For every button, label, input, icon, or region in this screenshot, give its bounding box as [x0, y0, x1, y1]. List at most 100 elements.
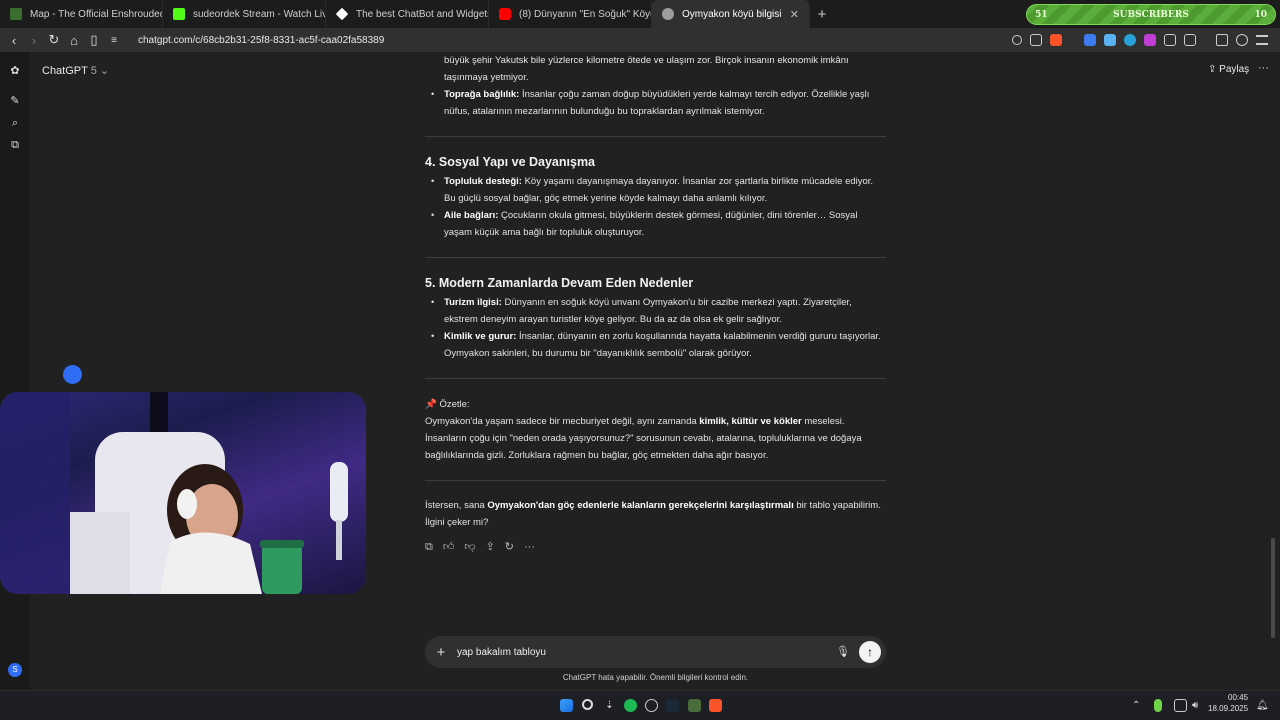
bullet-title: Toprağa bağlılık:	[444, 89, 520, 100]
extension-icon-1[interactable]	[1084, 34, 1096, 46]
list-item: Aile bağları: Çocukların okula gitmesi, …	[425, 207, 886, 241]
download-icon[interactable]: ⇣	[603, 699, 616, 712]
bullet-text: Dünyanın en soğuk köyü unvanı Oymyakon'u…	[444, 297, 852, 325]
search-icon[interactable]: ⌕	[9, 117, 21, 129]
user-avatar[interactable]: S	[8, 663, 22, 677]
summary-bold: kimlik, kültür ve kökler	[699, 416, 802, 427]
tab-chatbot-widgets[interactable]: The best ChatBot and Widgets for Ki	[326, 0, 489, 28]
summary-text: Oymyakon'da yaşam sadece bir mecburiyet …	[425, 416, 700, 427]
webcam-scene	[0, 392, 348, 594]
bullet-text: Çocukların okula gitmesi, büyüklerin des…	[444, 210, 858, 238]
extension-icon-2[interactable]	[1104, 34, 1116, 46]
extensions-puzzle-icon[interactable]	[1164, 34, 1176, 46]
extension-icon-4[interactable]	[1144, 34, 1156, 46]
thumbs-down-icon[interactable]: 👎︎	[464, 539, 475, 556]
tab-youtube-video[interactable]: (8) Dünyanın "En Soğuk" Köyüne Yolc	[489, 0, 652, 28]
share-page-icon[interactable]	[1030, 34, 1042, 46]
microphone-icon[interactable]: 🎙︎	[836, 645, 850, 658]
list-item: Kimlik ve gurur: İnsanlar, dünyanın en z…	[425, 328, 886, 362]
library-icon[interactable]: ⧉	[9, 139, 21, 151]
home-icon[interactable]: ⌂	[64, 33, 84, 48]
spotify-icon[interactable]	[624, 699, 637, 712]
summary-paragraph: Oymyakon'da yaşam sadece bir mecburiyet …	[425, 413, 886, 464]
brave-shield-icon[interactable]	[1050, 34, 1062, 46]
sidebar-toggle-icon[interactable]	[1184, 34, 1196, 46]
blue-indicator-dot	[63, 365, 82, 384]
extensions-area	[1012, 32, 1268, 48]
tab-oymyakon[interactable]: Oymyakon köyü bilgisi ✕	[652, 0, 810, 28]
model-version: 5 ⌄	[90, 65, 110, 77]
share-label: Paylaş	[1219, 64, 1250, 75]
diamond-favicon-icon	[335, 7, 349, 21]
chatgpt-app-icon[interactable]	[645, 699, 658, 712]
message-input[interactable]: yap bakalım tabloyu	[457, 647, 546, 658]
extension-icon-3[interactable]	[1124, 34, 1136, 46]
system-clock[interactable]: 00:45 18.09.2025	[1208, 692, 1248, 714]
bullet-title: Turizm ilgisi:	[444, 297, 502, 308]
thumbs-up-icon[interactable]: 👍︎	[443, 539, 455, 556]
webcam-overlay	[0, 392, 366, 594]
network-icon[interactable]	[1174, 699, 1187, 712]
subscribers-current: 51	[1035, 9, 1048, 20]
list-item: Turizm ilgisi: Dünyanın en soğuk köyü un…	[425, 294, 886, 328]
divider	[425, 136, 886, 137]
brave-taskbar-icon[interactable]	[709, 699, 722, 712]
share-button[interactable]: ⇪ Paylaş	[1208, 64, 1249, 75]
browser-address-bar: ‹ › ↻ ⌂ ▯ ≡ chatgpt.com/c/68cb2b31-25f8-…	[0, 28, 1280, 52]
zoom-icon[interactable]	[1012, 35, 1022, 45]
intro-list: Toprağa bağlılık: İnsanlar çoğu zaman do…	[425, 86, 886, 120]
menu-icon[interactable]	[1256, 35, 1268, 45]
bullet-title: Aile bağları:	[444, 210, 499, 221]
more-options-icon[interactable]: ···	[1258, 62, 1269, 74]
vpn-shield-icon[interactable]	[1236, 34, 1248, 46]
new-chat-icon[interactable]: ✎	[9, 95, 21, 107]
clock-date: 18.09.2025	[1208, 704, 1249, 713]
reload-icon[interactable]: ↻	[44, 32, 64, 48]
notification-icon[interactable]: 🔔︎	[1256, 699, 1269, 712]
bullet-title: Topluluk desteği:	[444, 176, 522, 187]
divider	[425, 480, 886, 481]
search-taskbar-icon[interactable]	[582, 699, 593, 710]
regenerate-icon[interactable]: ↻	[505, 539, 514, 556]
windows-taskbar: ⇣ ⌃ 🔊︎ 🔔︎	[0, 690, 1280, 720]
game-icon[interactable]	[688, 699, 701, 712]
chatgpt-sidebar: ✿ ✎ ⌕ ⧉	[0, 52, 30, 690]
kick-favicon-icon	[173, 8, 185, 20]
bookmark-icon[interactable]: ▯	[84, 32, 104, 48]
copy-icon[interactable]: ⧉	[425, 539, 433, 556]
disclaimer-text: ChatGPT hata yapabilir. Önemli bilgileri…	[562, 673, 749, 682]
offer-text: İstersen, sana	[425, 500, 488, 511]
section-list: Turizm ilgisi: Dünyanın en soğuk köyü un…	[425, 294, 886, 362]
tab-kick-stream[interactable]: sudeordek Stream - Watch Live on Ki	[163, 0, 326, 28]
new-tab-button[interactable]: +	[810, 6, 834, 23]
mic-tray-icon[interactable]	[1154, 699, 1162, 712]
model-selector[interactable]: ChatGPT 5 ⌄	[42, 64, 109, 77]
tab-enshrouded-wiki[interactable]: Map - The Official Enshrouded Wiki	[0, 0, 163, 28]
youtube-favicon-icon	[499, 8, 511, 20]
tab-label: Map - The Official Enshrouded Wiki	[30, 8, 163, 20]
forward-arrow-icon[interactable]: ›	[24, 33, 44, 48]
back-arrow-icon[interactable]: ‹	[4, 33, 24, 48]
send-button[interactable]: ↑	[859, 641, 881, 663]
more-actions-icon[interactable]: ···	[524, 539, 535, 556]
windows-start-icon[interactable]	[560, 699, 573, 712]
intro-line-2: taşınmaya yetmiyor.	[444, 72, 529, 83]
site-info-icon[interactable]: ≡	[104, 35, 124, 46]
tab-label: The best ChatBot and Widgets for Ki	[356, 8, 489, 20]
attach-plus-icon[interactable]: +	[425, 644, 457, 661]
enshrouded-favicon-icon	[10, 8, 22, 20]
tray-chevron-icon[interactable]: ⌃	[1132, 699, 1145, 712]
media-icon[interactable]	[1216, 34, 1228, 46]
close-tab-icon[interactable]: ✕	[790, 8, 799, 21]
volume-icon[interactable]: 🔊︎	[1192, 699, 1205, 712]
chatgpt-logo-icon[interactable]: ✿	[9, 65, 21, 77]
message-actions: ⧉ 👍︎ 👎︎ ⇪ ↻ ···	[425, 539, 886, 556]
message-composer: + yap bakalım tabloyu 🎙︎ ↑	[425, 636, 886, 668]
offer-bold: Oymyakon'dan göç edenlerle kalanların ge…	[487, 500, 794, 511]
url-field[interactable]: chatgpt.com/c/68cb2b31-25f8-8331-ac5f-ca…	[138, 35, 384, 46]
scrollbar[interactable]	[1271, 538, 1275, 638]
model-name: ChatGPT	[42, 65, 88, 77]
share-message-icon[interactable]: ⇪	[486, 539, 495, 556]
steam-icon[interactable]	[666, 699, 679, 712]
intro-continued: büyük şehir Yakutsk bile yüzlerce kilome…	[425, 52, 886, 86]
